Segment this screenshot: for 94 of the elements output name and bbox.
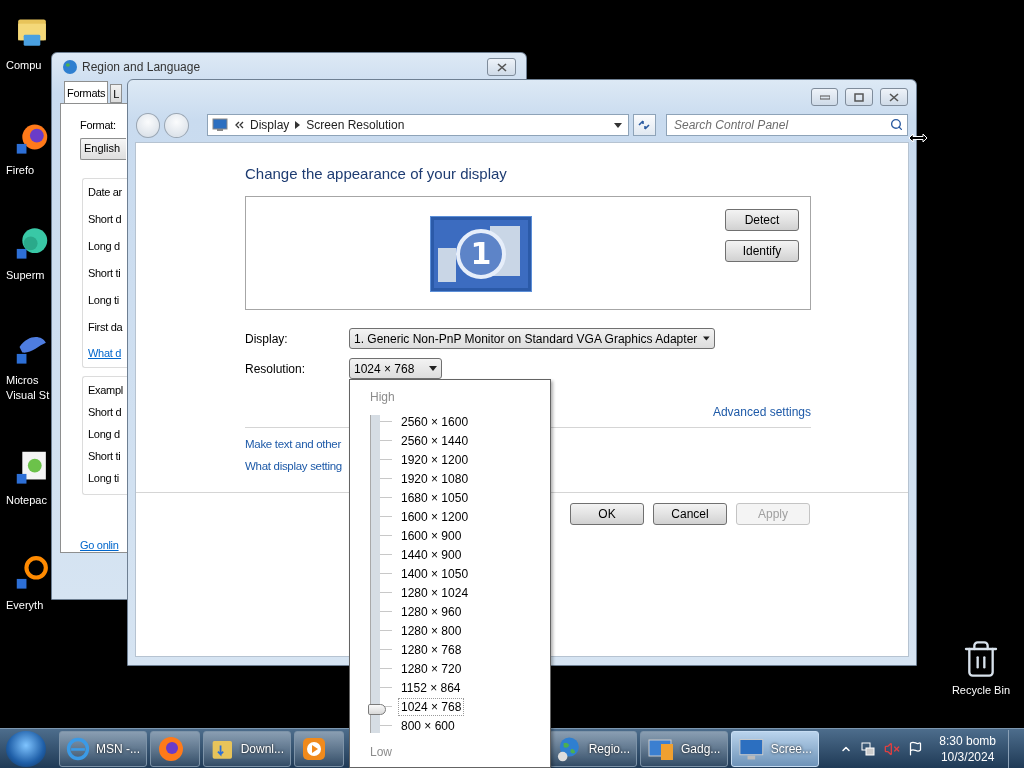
- format-dropdown[interactable]: English: [80, 138, 126, 160]
- refresh-button[interactable]: [632, 114, 656, 136]
- resolution-option[interactable]: 1440 × 900: [399, 546, 464, 563]
- minimize-button[interactable]: [811, 88, 838, 106]
- field-label: First da: [88, 320, 123, 335]
- help-link[interactable]: Make text and other: [245, 438, 341, 450]
- resolution-option[interactable]: 1280 × 800: [399, 622, 464, 639]
- caret-icon: [703, 336, 710, 341]
- desktop-icon-label: Compu: [6, 58, 43, 73]
- globe-icon: [62, 59, 78, 75]
- tab[interactable]: L: [110, 84, 123, 103]
- resolution-option[interactable]: 1600 × 1200: [399, 508, 471, 525]
- resolution-option[interactable]: 1920 × 1080: [399, 470, 471, 487]
- window-title: Region and Language: [82, 60, 202, 74]
- clock[interactable]: 8:30 bomb 10/3/2024: [939, 732, 996, 765]
- field-label: Short d: [88, 405, 122, 420]
- group-title: Exampl: [88, 383, 123, 398]
- low-label: Low: [370, 745, 393, 759]
- restore-icon: [854, 92, 864, 102]
- breadcrumb-item[interactable]: Screen Resolution: [306, 118, 608, 132]
- resize-cursor-icon: [908, 133, 928, 143]
- field-label: Long d: [88, 427, 120, 442]
- resolution-label: Resolution:: [245, 361, 307, 376]
- monitor-number: 1: [470, 236, 492, 271]
- resolution-option[interactable]: 1024 × 768: [399, 698, 464, 715]
- side-button[interactable]: Detect: [725, 209, 799, 231]
- resolution-option[interactable]: 1280 × 1024: [399, 584, 471, 601]
- help-link[interactable]: What d: [88, 347, 122, 359]
- high-label: High: [370, 390, 396, 404]
- taskbar-button[interactable]: MSN -...: [59, 730, 147, 767]
- resolution-option[interactable]: 1280 × 768: [399, 641, 464, 658]
- monitor-drawing[interactable]: 1: [430, 216, 532, 292]
- resolution-option[interactable]: 1600 × 900: [399, 527, 464, 544]
- resolution-option[interactable]: 1280 × 960: [399, 603, 464, 620]
- desktop-icon-label: Everyth: [6, 598, 45, 613]
- side-button[interactable]: Identify: [725, 240, 799, 262]
- advanced-settings-link[interactable]: Advanced settings: [712, 405, 811, 419]
- field-label: Short d: [88, 212, 122, 227]
- field-label: Short ti: [88, 449, 121, 464]
- search-icon[interactable]: [890, 118, 903, 131]
- close-icon: [496, 62, 507, 72]
- taskbar-button[interactable]: Gadg...: [640, 730, 728, 767]
- breadcrumb-item[interactable]: Display: [249, 118, 290, 132]
- restore-button[interactable]: [845, 88, 873, 106]
- media-player-icon: [301, 735, 327, 762]
- desktop-icon-label: Micros Visual St: [6, 373, 51, 403]
- field-label: Long ti: [88, 293, 119, 308]
- display-icon: [211, 118, 228, 132]
- resolution-option[interactable]: 2560 × 1440: [399, 432, 471, 449]
- close-button[interactable]: [487, 58, 516, 76]
- resolution-option[interactable]: 2560 × 1600: [399, 413, 471, 430]
- slider-track[interactable]: [368, 415, 386, 733]
- resolution-option[interactable]: 1400 × 1050: [399, 565, 471, 582]
- resolution-option[interactable]: 1680 × 1050: [399, 489, 471, 506]
- page-heading: Change the appearance of your display: [245, 164, 508, 184]
- dialog-button[interactable]: Cancel: [653, 503, 727, 525]
- display-label: Display:: [245, 331, 289, 346]
- taskbar-button[interactable]: Downl...: [203, 730, 291, 767]
- start-button[interactable]: [6, 730, 46, 767]
- resolution-dropdown[interactable]: 1024 × 768: [349, 358, 442, 379]
- resolution-option[interactable]: 1920 × 1200: [399, 451, 471, 468]
- resolution-option[interactable]: 1152 × 864: [399, 679, 463, 696]
- chevron-right-icon[interactable]: [295, 121, 301, 129]
- desktop-icon-label: Superm: [6, 268, 46, 283]
- slider-thumb[interactable]: [368, 704, 386, 715]
- refresh-icon: [637, 119, 652, 131]
- dialog-button[interactable]: OK: [570, 503, 644, 525]
- address-bar[interactable]: Display Screen Resolution: [206, 114, 629, 136]
- firefox-icon: [157, 734, 185, 763]
- field-label: Long ti: [88, 471, 119, 486]
- group-title: Date ar: [88, 185, 122, 200]
- field-label: Long d: [88, 239, 120, 254]
- search-field[interactable]: Search Control Panel: [666, 114, 908, 136]
- taskbar-button[interactable]: Regio...: [549, 730, 637, 767]
- double-chevron-icon: [233, 121, 244, 129]
- field-label: Short ti: [88, 266, 121, 281]
- close-button[interactable]: [880, 88, 908, 106]
- minimize-icon: [819, 94, 830, 100]
- online-link[interactable]: Go onlin: [80, 539, 119, 551]
- flag-icon[interactable]: [908, 741, 924, 756]
- caret-icon: [429, 366, 437, 371]
- display-dropdown[interactable]: 1. Generic Non-PnP Monitor on Standard VGA Graphics Adapter: [349, 328, 715, 349]
- help-link[interactable]: What display setting: [245, 460, 342, 472]
- resolution-option[interactable]: 1280 × 720: [399, 660, 464, 677]
- format-label: Format:: [80, 118, 116, 133]
- network-icon[interactable]: [860, 740, 877, 757]
- desktop-icon-label: Firefo: [6, 163, 36, 178]
- desktop-icon-label: Notepac: [6, 493, 48, 508]
- tab[interactable]: Formats: [64, 81, 109, 103]
- taskbar-button[interactable]: [294, 730, 344, 767]
- close-icon: [889, 92, 899, 102]
- resolution-option[interactable]: 800 × 600: [399, 717, 457, 734]
- desktop-icon-label: Recycle Bin: [951, 683, 1010, 698]
- caret-icon[interactable]: [613, 122, 622, 128]
